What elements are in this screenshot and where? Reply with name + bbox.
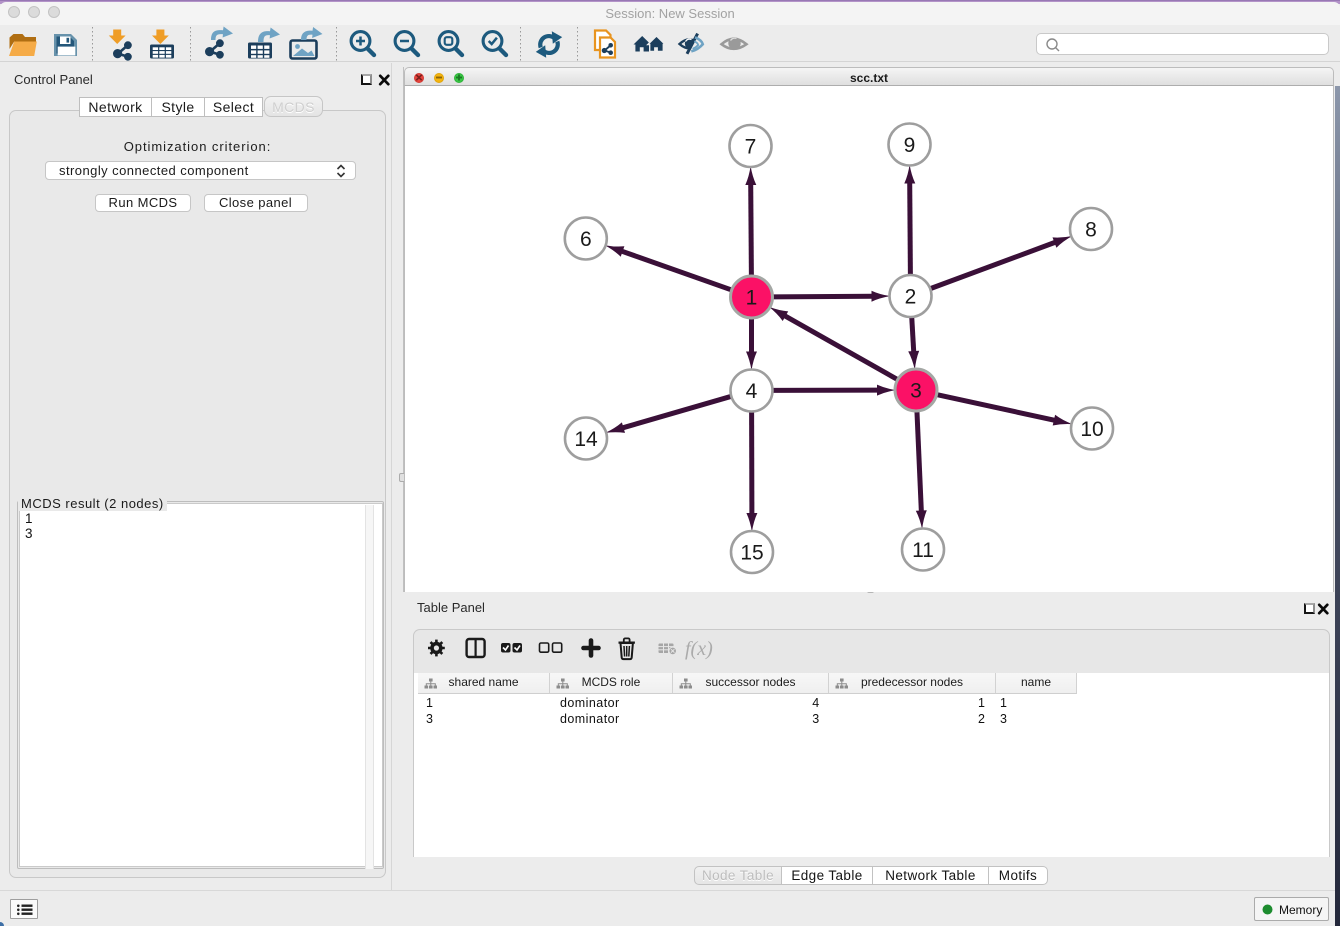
svg-text:8: 8 [1085,219,1097,242]
svg-text:11: 11 [912,539,934,562]
svg-text:f(x): f(x) [685,638,713,660]
svg-text:6: 6 [580,228,592,251]
svg-text:1: 1 [746,287,758,310]
svg-text:10: 10 [1080,418,1103,441]
svg-text:4: 4 [746,380,758,403]
svg-text:2: 2 [905,286,917,309]
svg-text:3: 3 [910,380,922,403]
svg-text:9: 9 [904,134,916,157]
svg-text:7: 7 [745,136,757,159]
svg-text:15: 15 [740,542,763,565]
svg-text:14: 14 [574,428,598,451]
